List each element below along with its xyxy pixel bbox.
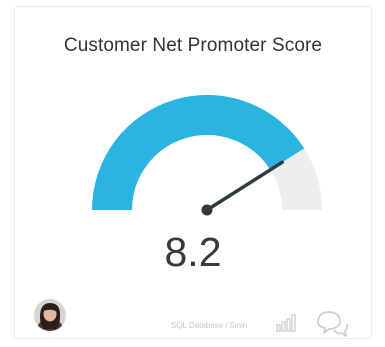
gauge-chart [92,95,322,216]
gauge-needle [205,160,284,212]
comments-icon[interactable] [315,309,349,339]
bar-chart-icon[interactable] [276,312,300,332]
data-source-label: SQL Database / 5min [171,321,248,330]
nps-card: Customer Net Promoter Score 8.2 SQL Data… [14,6,372,339]
gauge-pivot [201,204,213,216]
score-value: 8.2 [164,229,222,275]
gauge-fill [92,95,305,211]
avatar[interactable] [34,299,66,331]
